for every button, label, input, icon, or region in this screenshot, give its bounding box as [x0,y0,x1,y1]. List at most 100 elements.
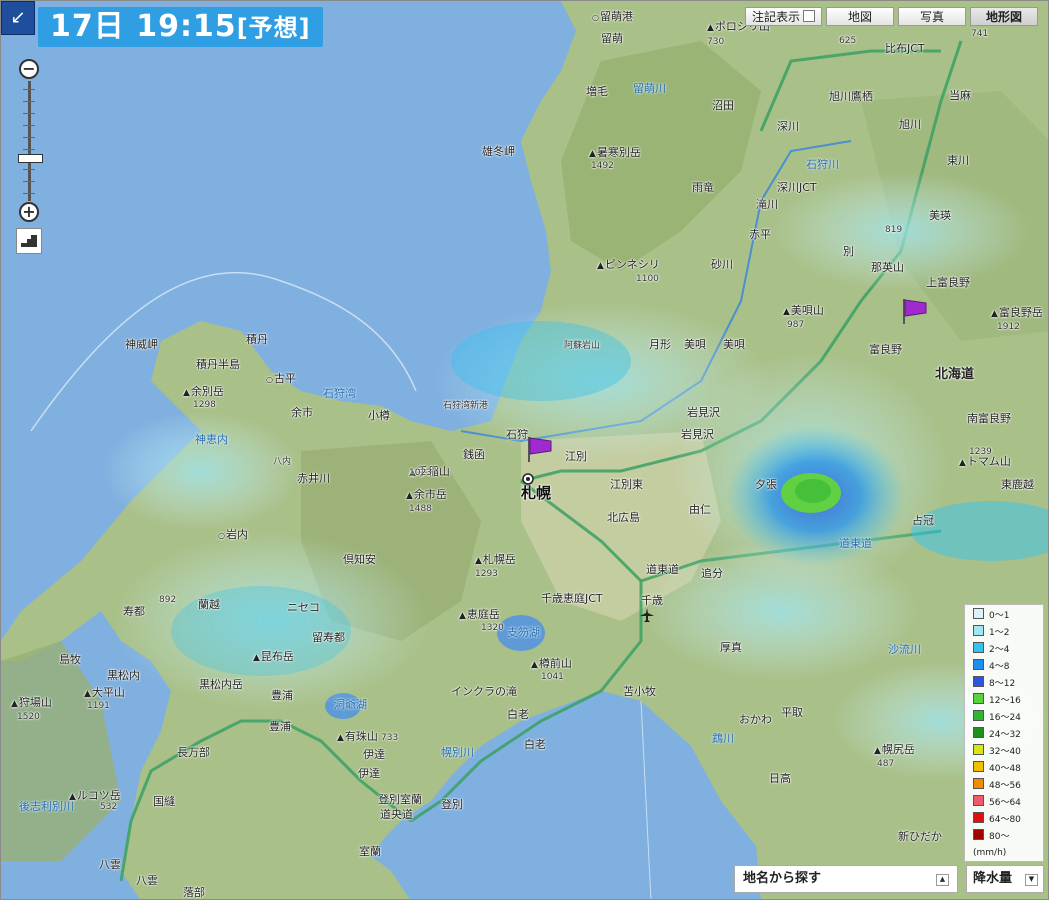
legend-item: 40～48 [973,761,1043,778]
place-label: 八内 [273,457,292,467]
place-label: 1298 [193,400,216,410]
legend-swatch [973,608,984,619]
legend-item: 24～32 [973,727,1043,744]
place-label: 落部 [183,886,205,899]
place-label: 1023 [409,468,432,478]
place-label: 819 [885,225,903,235]
legend-label: 32～40 [989,747,1021,757]
zoom-slider-handle[interactable] [18,154,43,163]
legend-label: 4～8 [989,662,1010,672]
layer-toggle-group: 注記表示 地図 写真 地形図 [744,7,1038,26]
legend-swatch [973,642,984,653]
legend-swatch [973,727,984,738]
place-label: 支笏湖 [507,626,540,639]
photo-mode-button[interactable]: 写真 [898,7,966,26]
expand-up-icon[interactable]: ▲ [936,874,949,886]
place-label: 白老 [524,738,546,751]
place-label: 東川 [947,154,969,167]
zoom-out-button[interactable]: − [19,59,39,79]
layer-select-bar[interactable]: 降水量 ▼ [966,865,1044,893]
legend-swatch [973,795,984,806]
place-label: 留寿都 [312,631,345,644]
place-label: 平取 [781,706,803,719]
annotation-toggle[interactable]: 注記表示 [744,7,822,26]
place-label: 追分 [701,567,723,580]
place-label: 豊浦 [269,720,291,733]
place-label: 倶知安 [343,553,376,566]
location-flag-icon[interactable] [900,297,928,325]
place-label: 沼田 [712,99,734,112]
place-label: 美唄 [723,338,745,351]
place-label: 旭川鷹栖 [829,90,873,103]
zoom-track[interactable] [28,81,31,201]
legend-label: 12～16 [989,696,1021,706]
place-label: 沙流川 [888,643,921,656]
place-label: 1488 [409,504,432,514]
annotation-label: 注記表示 [751,10,800,24]
place-label: 鵡川 [712,732,734,745]
zoom-in-button[interactable]: + [19,202,39,222]
location-flag-icon[interactable] [525,435,553,463]
place-label: 国縫 [153,795,175,808]
place-label: 石狩川 [806,158,839,171]
place-label: 暑寒別岳 [589,147,641,160]
place-label: 千歳恵庭JCT [541,592,603,605]
place-label: 1191 [87,701,110,711]
place-label: 深川 [777,120,799,133]
expand-arrow-icon[interactable]: ↙ [1,1,35,35]
place-label: 富良野岳 [991,307,1043,320]
map-mode-button[interactable]: 地図 [826,7,894,26]
place-label: おかわ [739,713,772,726]
place-label: 月形 [649,338,671,351]
legend-swatch [973,693,984,704]
legend-label: 8～12 [989,679,1016,689]
place-label: 1100 [636,274,659,284]
place-label: 余別岳 [183,386,224,399]
legend-label: 80～ [989,832,1010,842]
place-label: 733 [381,733,399,743]
legend-swatch [973,625,984,636]
place-label: 由仁 [689,503,711,516]
place-label: 富良野 [869,343,902,356]
place-label: 余市岳 [406,489,447,502]
place-label: 1912 [997,322,1020,332]
place-label: 長万部 [177,746,210,759]
legend-item: 12～16 [973,693,1043,710]
region-select-icon[interactable] [16,228,42,254]
place-label: 白老 [507,708,529,721]
legend-swatch [973,829,984,840]
legend-item: 32～40 [973,744,1043,761]
place-label: 幌別川 [441,746,474,759]
place-label: 厚真 [720,641,742,654]
place-label: 1293 [475,569,498,579]
legend-swatch [973,710,984,721]
place-label: 日高 [769,772,791,785]
place-label: 1239 [969,447,992,457]
place-label: 道央道 [380,808,413,821]
place-label: 阿蘇岩山 [564,341,601,351]
place-label: 伊達 [358,767,380,780]
place-label: 江別 [565,450,587,463]
place-label: 留萌港 [592,11,633,24]
legend-item: 64～80 [973,812,1043,829]
dropdown-arrow-icon[interactable]: ▼ [1025,874,1038,886]
place-search-bar[interactable]: 地名から探す ▲ [734,865,958,893]
legend-swatch [973,744,984,755]
annotation-checkbox[interactable] [803,10,815,22]
place-label: 滝川 [756,198,778,211]
place-label: 昆布岳 [253,651,294,664]
place-label: 積丹 [246,333,268,346]
place-label: 深川JCT [777,181,817,194]
terrain-mode-button[interactable]: 地形図 [970,7,1038,26]
place-label: 1041 [541,672,564,682]
place-label: 美唄 [684,338,706,351]
legend-swatch [973,659,984,670]
place-label: 旭川 [899,118,921,131]
place-label: 黒松内 [107,669,140,682]
place-label: 幌尻岳 [874,744,915,757]
place-label: 小樽 [368,409,390,422]
legend-label: 56～64 [989,798,1021,808]
radar-map[interactable]: 留萌港留萌ポロシリ山730増毛留萌川沼田旭川鷹栖当麻比布JCT625741深川旭… [0,0,1049,900]
zoom-control: − + [17,59,43,225]
place-label: 北海道 [935,367,975,382]
